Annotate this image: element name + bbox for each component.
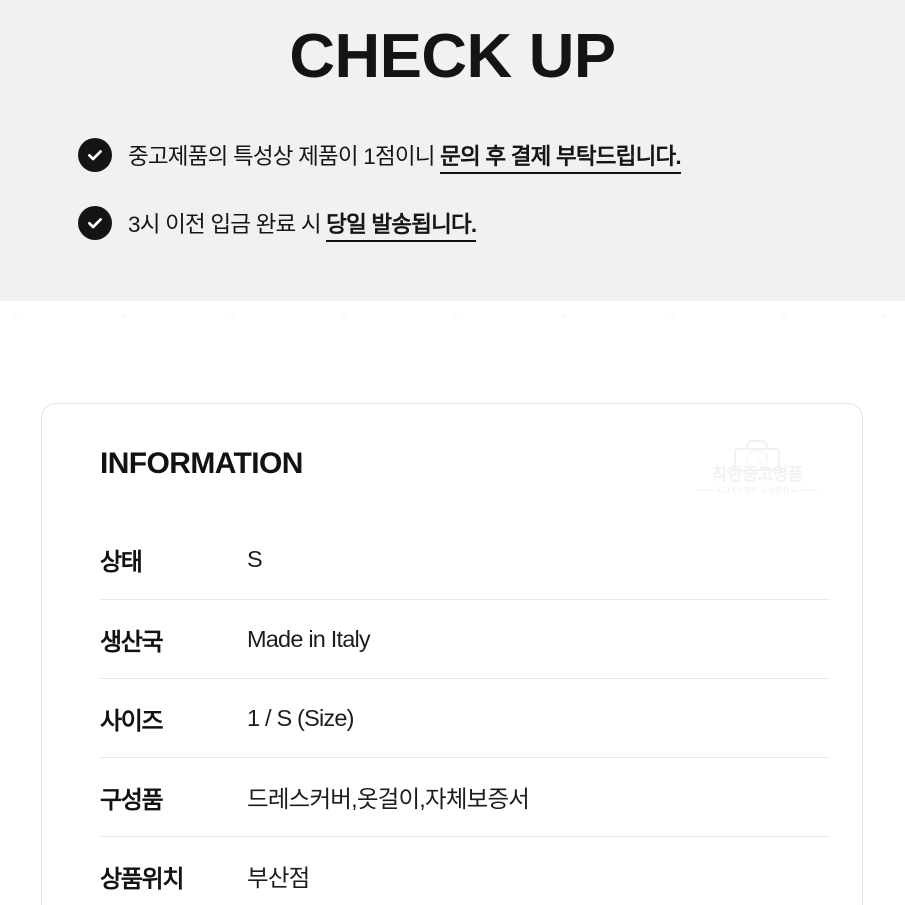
row-value: Made in Italy [247,625,371,652]
watermark-rule-right [796,490,818,491]
table-row: 상태 S [100,520,830,599]
check-circle-icon [78,206,112,240]
check-circle-icon [78,138,112,172]
row-value: 1 / S (Size) [247,704,354,731]
information-card: INFORMATION 착한중고명품 LUXURY GOODS 상태 S 생산국… [41,403,863,905]
check-item-text: 3시 이전 입금 완료 시 당일 발송됩니다. [128,207,477,242]
check-item-emphasis-text: 문의 후 결제 부탁드립니다. [440,144,682,174]
table-row: 생산국 Made in Italy [100,599,830,678]
check-list-item: 3시 이전 입금 완료 시 당일 발송됩니다. [78,199,878,247]
row-label: 상태 [100,549,143,576]
information-table: 상태 S 생산국 Made in Italy 사이즈 1 / S (Size) … [100,520,830,905]
wristwatch-icon [734,440,780,471]
row-label: 생산국 [100,628,164,656]
watermark-english-text: LUXURY GOODS [718,486,797,495]
table-row: 상품위치 부산점 [100,836,830,905]
row-label: 사이즈 [100,707,164,735]
check-item-plain-text: 중고제품의 특성상 제품이 1점이니 [128,144,441,169]
table-row: 구성품 드레스커버,옷걸이,자체보증서 [100,757,830,836]
row-value: 드레스커버,옷걸이,자체보증서 [247,786,530,812]
check-list-item: 중고제품의 특성상 제품이 1점이니 문의 후 결제 부탁드립니다. [78,131,878,179]
check-item-emphasis-text: 당일 발송됩니다. [326,212,477,242]
row-label: 구성품 [100,786,164,814]
page-title: CHECK UP [289,22,616,91]
product-detail-page: CHECK UP 중고제품의 특성상 제품이 1점이니 문의 후 결제 부탁드립… [0,0,905,905]
check-item-text: 중고제품의 특성상 제품이 1점이니 문의 후 결제 부탁드립니다. [128,139,682,174]
watermark-rule-left [697,490,719,491]
check-item-plain-text: 3시 이전 입금 완료 시 [128,212,327,237]
row-label: 상품위치 [100,865,184,893]
watermark-korean-text: 착한중고명품 [712,465,803,484]
faint-watermark-strip: ✦ ✦ ✦ ✦ ✦ ✦ ✦ ✦ ✦ [8,308,891,325]
check-list: 중고제품의 특성상 제품이 1점이니 문의 후 결제 부탁드립니다. 3시 이전… [78,131,878,267]
information-heading: INFORMATION [100,447,303,480]
table-row: 사이즈 1 / S (Size) [100,678,830,757]
row-value: S [247,546,263,572]
brand-watermark: 착한중고명품 LUXURY GOODS [695,440,820,502]
check-up-banner: CHECK UP 중고제품의 특성상 제품이 1점이니 문의 후 결제 부탁드립… [0,0,905,301]
row-value: 부산점 [247,865,310,891]
